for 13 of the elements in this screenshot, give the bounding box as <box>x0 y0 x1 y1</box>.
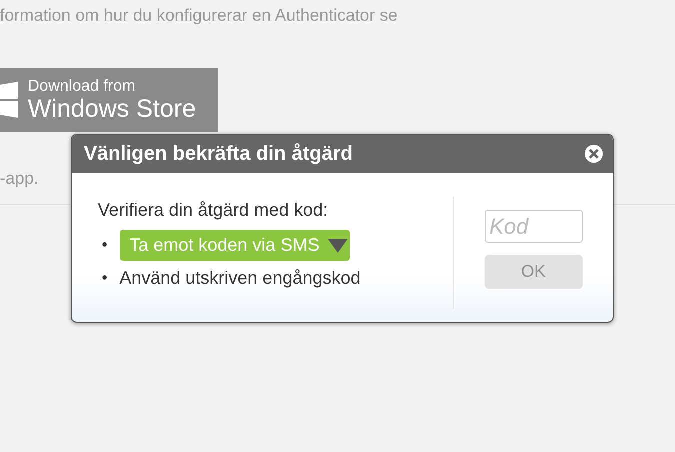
code-field[interactable]: Kod <box>484 210 582 243</box>
bullet: • <box>102 236 108 256</box>
dialog-title: Vänligen bekräfta din åtgärd <box>84 142 353 167</box>
bullet: • <box>102 268 108 288</box>
prompt-text: Verifiera din åtgärd med kod: <box>98 199 330 222</box>
windows-logo-icon <box>0 80 18 120</box>
caret-icon <box>328 238 348 252</box>
option-link[interactable]: Använd utskriven engångskod <box>120 265 361 292</box>
option-dropdown[interactable]: Ta emot koden via SMS <box>120 230 350 261</box>
info-text: formation om hur du konfigurerar en Authenticator se <box>0 5 399 27</box>
close-icon[interactable] <box>584 144 604 164</box>
store-badge[interactable]: Download from Windows Store <box>0 68 218 132</box>
body-text: -app. <box>0 168 40 190</box>
